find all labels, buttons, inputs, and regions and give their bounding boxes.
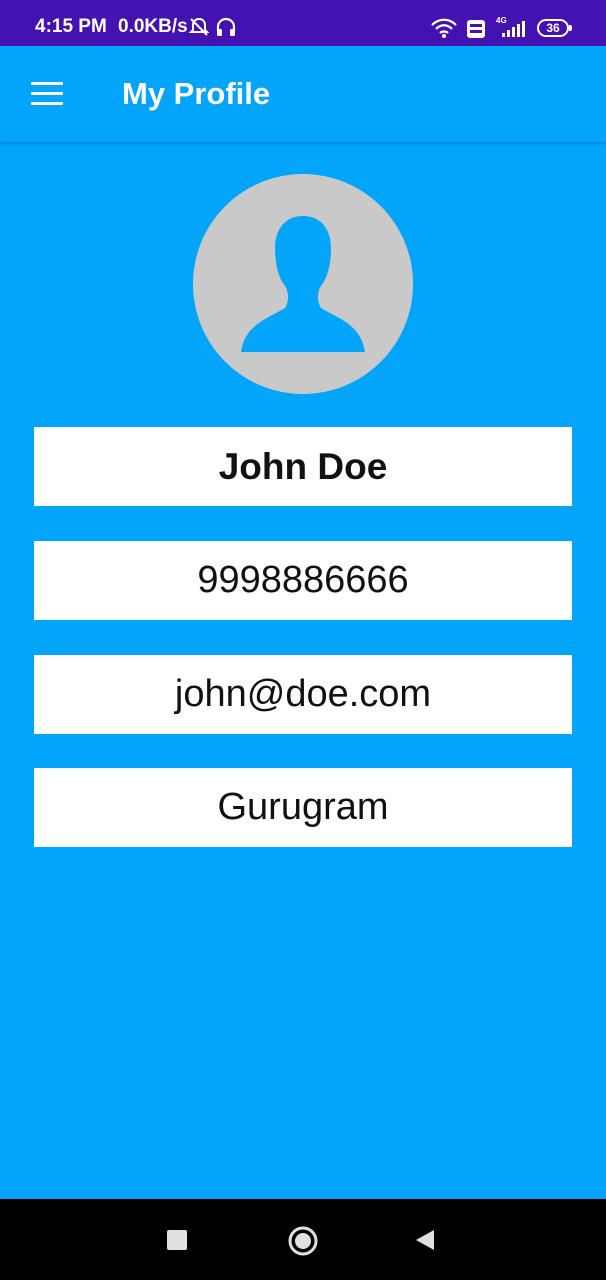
wifi-icon [430, 17, 458, 44]
page-title: My Profile [122, 76, 271, 111]
svg-text:4G: 4G [496, 16, 507, 25]
signal-4g-icon: 4G [494, 15, 526, 44]
profile-city: Gurugram [34, 768, 572, 847]
battery-tip [569, 25, 572, 31]
volte-icon [466, 19, 486, 44]
status-time: 4:15 PM [35, 16, 107, 37]
back-triangle-icon [416, 1230, 434, 1250]
square-icon [167, 1230, 187, 1250]
status-bar: 4:15 PM 0.0KB/s 4G 36 [0, 0, 606, 46]
profile-phone: 9998886666 [34, 541, 572, 620]
app-bar: My Profile [0, 46, 606, 142]
circle-icon [288, 1226, 318, 1256]
battery-icon: 36 [537, 19, 569, 37]
network-speed: 0.0KB/s [118, 16, 188, 37]
profile-email: john@doe.com [34, 655, 572, 734]
back-button[interactable] [414, 1229, 436, 1251]
navigation-bar [0, 1199, 606, 1280]
mute-icon [188, 16, 210, 43]
profile-name: John Doe [34, 427, 572, 506]
hamburger-menu-icon[interactable] [31, 82, 63, 106]
user-silhouette-icon [241, 216, 365, 352]
avatar [193, 174, 413, 394]
home-button[interactable] [287, 1225, 319, 1257]
headphones-icon [215, 16, 237, 43]
recents-button[interactable] [166, 1229, 188, 1251]
